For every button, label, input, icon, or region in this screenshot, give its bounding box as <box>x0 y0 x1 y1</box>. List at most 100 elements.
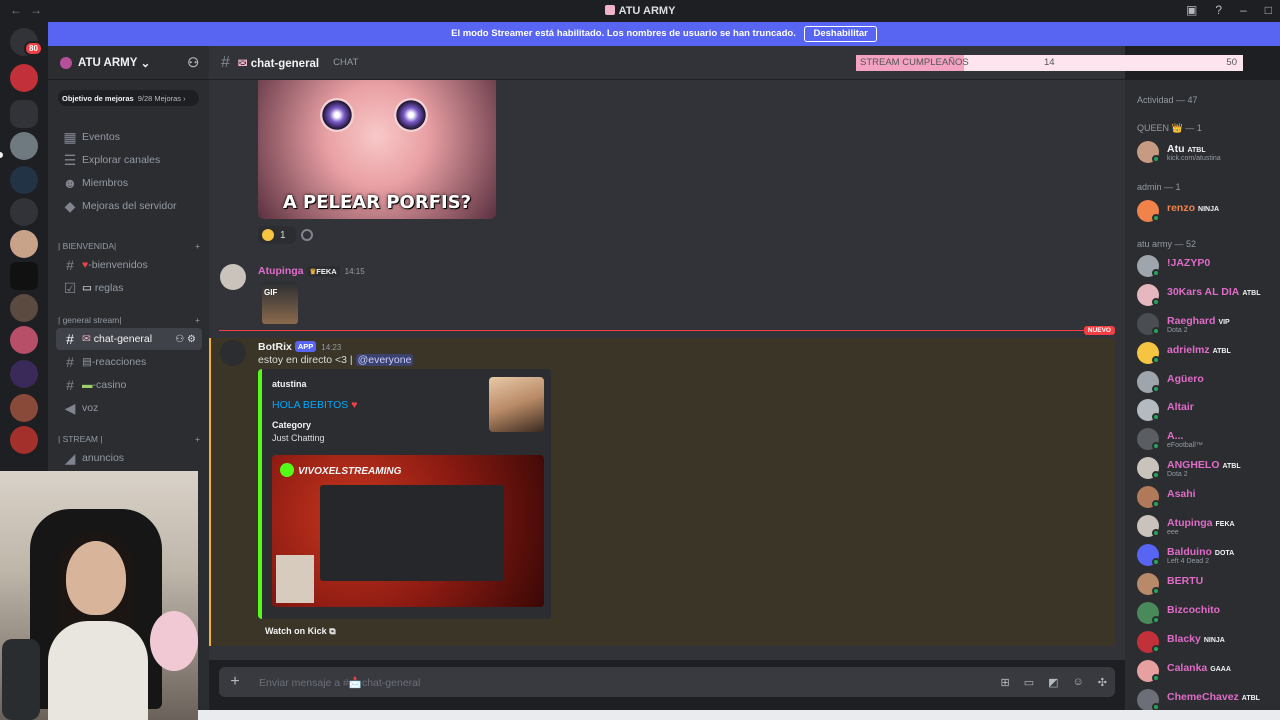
member-item[interactable]: Asahi <box>1137 485 1277 509</box>
streamer-face <box>66 541 126 615</box>
help-icon[interactable]: ? <box>1215 3 1222 17</box>
apps-icon[interactable]: ✣ <box>1098 676 1107 689</box>
disable-button[interactable]: Deshabilitar <box>804 26 877 42</box>
embed-author[interactable]: atustina <box>272 379 307 389</box>
member-item[interactable]: Balduino DOTA Left 4 Dead 2 <box>1137 543 1277 567</box>
reaction-pill[interactable]: 1 <box>258 226 296 244</box>
minimize-button[interactable]: – <box>1240 3 1247 17</box>
embed-thumbnail[interactable] <box>489 377 544 432</box>
channel-settings-icon[interactable]: ⚇ ⚙ <box>175 334 196 345</box>
status-online-icon <box>1152 529 1160 537</box>
member-item[interactable]: Bizcochito <box>1137 601 1277 625</box>
member-item[interactable]: Calanka GAAA <box>1137 659 1277 683</box>
member-item[interactable]: Atu ATBL kick.com/atustina <box>1137 140 1277 164</box>
member-item[interactable]: A... eFootball™ <box>1137 427 1277 451</box>
role-tag: DOTA <box>1214 550 1235 557</box>
gif-icon[interactable]: ▭ <box>1024 676 1034 689</box>
member-item[interactable]: 30Kars AL DIA ATBL <box>1137 283 1277 307</box>
meme-caption: A PELEAR PORFIS? <box>282 192 472 213</box>
channel-anuncios[interactable]: ◢ anuncios <box>56 447 202 469</box>
member-item[interactable]: !JAZYP0 <box>1137 254 1277 278</box>
meme-image[interactable]: A PELEAR PORFIS? <box>258 80 496 219</box>
member-item[interactable]: renzo NINJA <box>1137 199 1277 223</box>
status-online-icon <box>1152 155 1160 163</box>
member-item[interactable]: Altair <box>1137 398 1277 422</box>
server-icon-2[interactable] <box>10 132 38 160</box>
watch-on-kick-link[interactable]: Watch on Kick ⧉ <box>265 626 336 637</box>
avatar[interactable] <box>220 264 246 290</box>
channel-bienvenidos[interactable]: # ♥ -bienvenidos <box>56 254 202 276</box>
invite-icon[interactable]: ⚇ <box>187 55 199 71</box>
member-item[interactable]: Blacky NINJA <box>1137 630 1277 654</box>
megaphone-icon: ◢ <box>64 449 76 466</box>
mention[interactable]: @everyone <box>355 354 414 366</box>
gift-icon[interactable]: ⊞ <box>1001 676 1010 689</box>
gif-attachment[interactable]: GIF <box>262 282 298 324</box>
add-channel-icon[interactable]: + <box>195 434 200 444</box>
member-item[interactable]: Atupinga FEKA eee <box>1137 514 1277 538</box>
member-name: Agüero <box>1167 373 1204 385</box>
goal-current: 14 <box>1044 57 1055 68</box>
server-header[interactable]: ATU ARMY ⌄ ⚇ <box>48 46 209 80</box>
add-channel-icon[interactable]: + <box>195 241 200 251</box>
server-icon-8[interactable] <box>10 326 38 354</box>
member-item[interactable]: BERTU <box>1137 572 1277 596</box>
channel-header: # ✉ chat-general CHAT STREAM CUMPLEAÑOS … <box>209 46 1243 80</box>
channel-chat-general[interactable]: # ✉ chat-general ⚇ ⚙ <box>56 328 202 350</box>
channel-voz[interactable]: ◀ voz <box>56 397 202 419</box>
emoji-icon[interactable]: ☺ <box>1073 676 1084 689</box>
embed-title[interactable]: HOLA BEBITOS ♥ <box>272 399 357 411</box>
server-icon-6[interactable] <box>10 262 38 290</box>
nav-browse-channels[interactable]: ☰ Explorar canales <box>56 149 202 171</box>
message-text: estoy en directo <3 | @everyone <box>258 354 414 366</box>
message-composer[interactable]: + Enviar mensaje a #📩chat-general ⊞ ▭ ◩ … <box>219 667 1115 697</box>
server-icon-7[interactable] <box>10 294 38 322</box>
member-item[interactable]: Agüero <box>1137 370 1277 394</box>
new-badge: NUEVO <box>1083 326 1115 335</box>
server-icon-9[interactable] <box>10 360 38 388</box>
attach-plus-icon[interactable]: + <box>221 673 249 691</box>
message-author[interactable]: Atupinga ♛FEKA 14:15 <box>258 265 365 277</box>
embed-field-name: Category <box>272 420 312 430</box>
nav-members[interactable]: ☻ Miembros <box>56 172 202 194</box>
member-item[interactable]: Raeghard VIP Dota 2 <box>1137 312 1277 336</box>
sticker-icon[interactable]: ◩ <box>1048 676 1058 689</box>
add-channel-icon[interactable]: + <box>195 315 200 325</box>
member-name: ChemeChavez ATBL <box>1167 691 1260 703</box>
bot-avatar[interactable] <box>220 340 246 366</box>
server-icon-5[interactable] <box>10 230 38 258</box>
add-reaction-icon[interactable] <box>301 229 313 241</box>
status-online-icon <box>1152 442 1160 450</box>
server-icon-3[interactable] <box>10 166 38 194</box>
server-icon-11[interactable] <box>10 426 38 454</box>
message-author[interactable]: BotRix APP 14:23 <box>258 341 341 353</box>
channel-title: ✉ chat-general <box>237 57 320 70</box>
channel-reacciones[interactable]: # ▤ -reacciones <box>56 351 202 373</box>
maximize-button[interactable]: □ <box>1265 3 1272 17</box>
server-icon-1[interactable] <box>10 64 38 92</box>
member-name: Raeghard VIP <box>1167 315 1230 327</box>
nav-server-boosts[interactable]: ◆ Mejoras del servidor <box>56 195 202 217</box>
channel-casino[interactable]: # ▬ -casino <box>56 374 202 396</box>
member-list: Actividad — 47 QUEEN 👑 — 1 admin — 1 atu… <box>1125 80 1280 720</box>
embed-preview-image[interactable]: VIVOXELSTREAMING <box>272 455 544 607</box>
streamer-body <box>48 621 148 720</box>
nav-events[interactable]: ▦ Eventos <box>56 126 202 148</box>
inbox-icon[interactable]: ▣ <box>1186 3 1197 17</box>
member-name: ANGHELO ATBL <box>1167 459 1241 471</box>
member-item[interactable]: ChemeChavez ATBL <box>1137 688 1277 712</box>
category-stream[interactable]: | STREAM | + <box>58 434 200 444</box>
category-bienvenida[interactable]: | BIENVENIDA| + <box>58 241 200 251</box>
member-item[interactable]: ANGHELO ATBL Dota 2 <box>1137 456 1277 480</box>
role-tag: ATBL <box>1187 147 1206 154</box>
role-tag: ♛FEKA <box>306 266 340 277</box>
composer-placeholder[interactable]: Enviar mensaje a #📩chat-general <box>259 676 420 689</box>
server-icon-4[interactable] <box>10 198 38 226</box>
member-item[interactable]: adrielmz ATBL <box>1137 341 1277 365</box>
channel-reglas[interactable]: ☑ ▭ reglas <box>56 277 202 299</box>
activity-header: Actividad — 47 <box>1137 95 1198 105</box>
server-icon-10[interactable] <box>10 394 38 422</box>
boost-goal[interactable]: Objetivo de mejoras 9/28 Mejoras › <box>58 90 199 106</box>
category-general-stream[interactable]: | general stream| + <box>58 315 200 325</box>
folder-icon[interactable] <box>10 100 38 128</box>
